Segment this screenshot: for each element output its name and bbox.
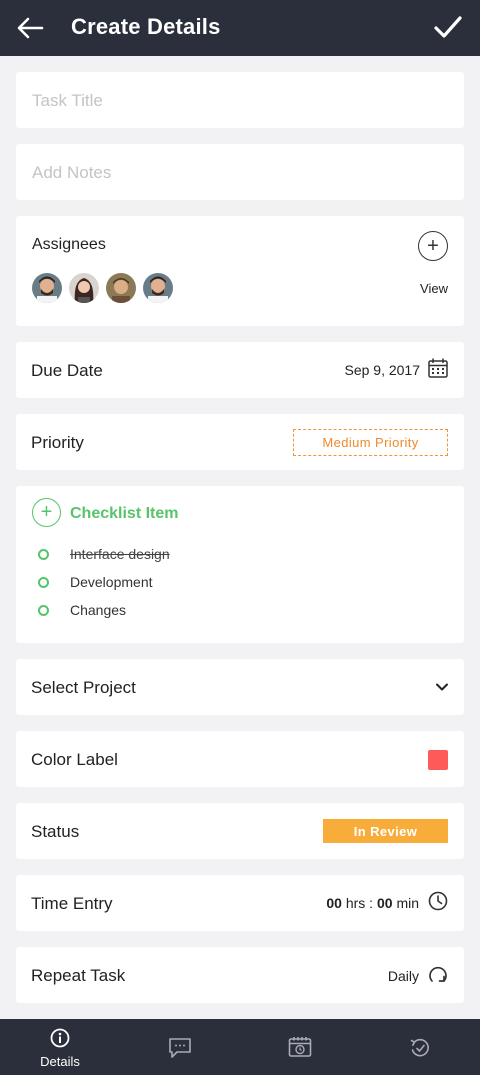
repeat-task-label: Repeat Task <box>31 966 126 985</box>
task-title-field[interactable]: Task Title <box>16 72 464 128</box>
due-date-value: Sep 9, 2017 <box>344 362 420 378</box>
chat-icon <box>169 1038 191 1058</box>
assignees-card: Assignees + View <box>16 216 464 326</box>
chevron-down-icon <box>436 683 448 691</box>
info-icon <box>50 1028 70 1048</box>
avatar[interactable] <box>106 273 136 303</box>
checklist-item[interactable]: Development <box>38 572 153 592</box>
page-title: Create Details <box>71 14 221 39</box>
back-arrow-icon[interactable] <box>16 16 44 40</box>
view-assignees-link[interactable]: View <box>420 281 448 296</box>
priority-row: Priority Medium Priority <box>16 414 464 470</box>
time-hours: 00 <box>326 895 342 911</box>
checklist-checkbox[interactable] <box>38 604 49 616</box>
repeat-task-value: Daily <box>387 968 419 984</box>
tab-schedule[interactable] <box>240 1019 360 1075</box>
color-label-label: Color Label <box>31 750 118 769</box>
checklist-title: Checklist Item <box>70 505 179 522</box>
color-swatch[interactable] <box>428 750 448 770</box>
calendar-icon[interactable] <box>428 358 448 378</box>
checklist-item-label: Interface design <box>70 546 170 562</box>
checklist-item-label: Development <box>70 574 153 590</box>
tab-details[interactable]: Details <box>0 1019 120 1075</box>
top-app-bar: Create Details <box>0 0 480 56</box>
avatar[interactable] <box>143 273 173 303</box>
check-icon[interactable] <box>434 14 462 40</box>
avatar[interactable] <box>69 273 99 303</box>
notes-placeholder: Add Notes <box>32 163 112 182</box>
repeat-icon[interactable] <box>428 963 448 985</box>
time-entry-value: 00 hrs : 00 min <box>326 895 419 911</box>
priority-selector[interactable]: Medium Priority <box>293 429 448 456</box>
repeat-task-row[interactable]: Repeat Task Daily <box>16 947 464 1003</box>
time-minutes-unit: min <box>396 895 419 911</box>
avatar[interactable] <box>32 273 62 303</box>
task-title-placeholder: Task Title <box>32 91 103 110</box>
checklist-card: + Checklist Item Interface design Develo… <box>16 486 464 643</box>
time-minutes: 00 <box>376 895 393 911</box>
status-badge[interactable]: In Review <box>323 819 448 843</box>
assignee-avatars <box>32 273 173 303</box>
select-project-dropdown[interactable]: Select Project <box>16 659 464 715</box>
checklist-item[interactable]: Interface design <box>38 544 170 564</box>
notes-field[interactable]: Add Notes <box>16 144 464 200</box>
status-row: Status In Review <box>16 803 464 859</box>
bottom-navigation: Details <box>0 1019 480 1075</box>
plus-icon: + <box>40 501 53 523</box>
color-label-row: Color Label <box>16 731 464 787</box>
checklist-item-label: Changes <box>70 602 127 618</box>
due-date-row[interactable]: Due Date Sep 9, 2017 <box>16 342 464 398</box>
status-label: Status <box>31 822 80 841</box>
calendar-clock-icon <box>288 1037 312 1057</box>
time-hours-unit: hrs : <box>345 895 374 911</box>
add-checklist-item-button[interactable]: + <box>32 498 61 527</box>
select-project-label: Select Project <box>31 678 136 697</box>
add-assignee-button[interactable]: + <box>418 231 448 261</box>
plus-icon: + <box>427 235 439 257</box>
checklist-item[interactable]: Changes <box>38 600 126 620</box>
priority-label: Priority <box>31 433 84 452</box>
checklist-checkbox[interactable] <box>38 576 49 588</box>
time-entry-row[interactable]: Time Entry 00 hrs : 00 min <box>16 875 464 931</box>
tab-activity[interactable] <box>360 1019 480 1075</box>
due-date-label: Due Date <box>31 361 103 380</box>
checklist-checkbox[interactable] <box>38 548 49 560</box>
time-entry-label: Time Entry <box>31 894 113 913</box>
tab-details-label: Details <box>40 1054 80 1069</box>
tab-comments[interactable] <box>120 1019 240 1075</box>
assignees-label: Assignees <box>32 236 106 253</box>
history-icon <box>410 1038 429 1057</box>
clock-icon[interactable] <box>428 891 448 911</box>
